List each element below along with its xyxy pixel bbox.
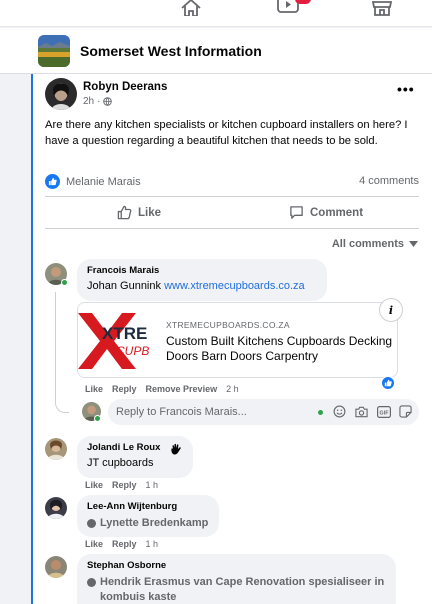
online-indicator: [61, 279, 68, 286]
comment-label: Comment: [310, 206, 364, 219]
sticker-icon[interactable]: [398, 404, 413, 419]
reply-thread-line: [55, 292, 69, 413]
comment-author[interactable]: Jolandi Le Roux: [87, 442, 183, 453]
globe-icon: [103, 97, 113, 106]
link-preview-title: Custom Built Kitchens Cupboards Decking …: [166, 334, 393, 363]
info-icon[interactable]: i: [379, 298, 403, 322]
comment-like-button[interactable]: Like: [85, 480, 103, 490]
comment-reply-button[interactable]: Reply: [112, 384, 137, 394]
divider: [45, 228, 419, 229]
comment-sort-label: All comments: [331, 238, 404, 250]
comment-bubble: Francois Marais Johan Gunnink www.xtreme…: [77, 259, 327, 301]
comment-reply-button[interactable]: Reply: [112, 480, 137, 490]
xtreme-logo-text-bottom: CUPB: [116, 344, 149, 358]
comment-link[interactable]: www.xtremecupboards.co.za: [164, 280, 305, 292]
post-time[interactable]: 2h: [83, 96, 94, 107]
comment-like-button[interactable]: Like: [85, 384, 103, 394]
link-preview-card[interactable]: XTRE CUPB XTREMECUPBOARDS.CO.ZA Custom B…: [77, 302, 398, 378]
comment-actions: Like Reply Remove Preview 2 h: [85, 384, 239, 394]
caret-down-icon: [409, 241, 418, 247]
like-reaction-icon: [45, 174, 60, 189]
link-preview-domain: XTREMECUPBOARDS.CO.ZA: [166, 320, 290, 330]
comment-time[interactable]: 1 h: [146, 539, 159, 549]
comment-count[interactable]: 4 comments: [359, 175, 419, 187]
comment-actions: Like Reply 1 h: [85, 480, 158, 490]
comment-actions: Like Reply 1 h: [85, 539, 158, 549]
comment-text: Johan Gunnink www.xtremecupboards.co.za: [87, 280, 317, 292]
group-avatar[interactable]: [38, 35, 70, 67]
status-dot: [318, 410, 323, 415]
svg-text:GIF: GIF: [379, 410, 389, 416]
comment-bubble: Lee-Ann Wijtenburg Lynette Bredenkamp: [77, 495, 219, 537]
comment-mention[interactable]: Lynette Bredenkamp: [87, 516, 209, 531]
home-icon[interactable]: [180, 0, 202, 16]
comment-author[interactable]: Francois Marais: [87, 265, 317, 276]
group-name[interactable]: Somerset West Information: [80, 43, 262, 59]
comment-reply-button[interactable]: Reply: [112, 539, 137, 549]
link-preview-thumbnail: XTRE CUPB: [78, 303, 158, 377]
mention-icon: [87, 519, 96, 528]
comment-like-button[interactable]: Like: [85, 539, 103, 549]
post-author[interactable]: Robyn Deerans: [83, 81, 167, 93]
like-reaction-icon[interactable]: [381, 376, 395, 390]
comment-time[interactable]: 2 h: [226, 384, 239, 394]
comment-time[interactable]: 1 h: [146, 480, 159, 490]
avatar[interactable]: [45, 497, 67, 519]
comment-mention[interactable]: Hendrik Erasmus van Cape Renovation spes…: [87, 575, 386, 604]
notification-badge: [295, 0, 311, 4]
xtreme-logo-text-top: XTRE: [102, 324, 147, 343]
comment-author[interactable]: Lee-Ann Wijtenburg: [87, 501, 209, 512]
mention-icon: [87, 578, 96, 587]
online-indicator: [94, 415, 101, 422]
comment-icon: [290, 206, 303, 219]
gif-icon[interactable]: GIF: [376, 404, 391, 419]
remove-preview-button[interactable]: Remove Preview: [146, 384, 218, 394]
comment-button[interactable]: Comment: [289, 205, 363, 220]
comment-text: JT cupboards: [87, 457, 154, 469]
mention-name: Lynette Bredenkamp: [100, 517, 209, 529]
divider: [45, 196, 419, 197]
group-header: Somerset West Information: [0, 28, 432, 74]
top-navigation: [0, 0, 432, 27]
reply-placeholder: Reply to Francois Marais...: [116, 406, 247, 418]
reply-toolbar: GIF: [332, 404, 413, 419]
avatar[interactable]: [45, 438, 67, 460]
post-card: Robyn Deerans 2h · ••• Are there any kit…: [33, 74, 432, 604]
marketplace-icon[interactable]: [371, 0, 393, 16]
reply-input[interactable]: Reply to Francois Marais... GIF: [108, 399, 419, 425]
reactor-name: Melanie Marais: [66, 175, 141, 188]
like-label: Like: [138, 206, 162, 219]
mention-name: Hendrik Erasmus van Cape Renovation spes…: [100, 576, 385, 603]
post-meta: 2h ·: [83, 96, 113, 107]
waving-hand-icon: [171, 443, 181, 455]
emoji-icon[interactable]: [332, 404, 347, 419]
camera-icon[interactable]: [354, 404, 369, 419]
post-text: Are there any kitchen specialists or kit…: [45, 119, 408, 147]
comment-bubble: Stephan Osborne Hendrik Erasmus van Cape…: [77, 554, 396, 604]
avatar[interactable]: [45, 556, 67, 578]
comment-sort-dropdown[interactable]: All comments: [332, 238, 418, 250]
thumbs-up-icon: [117, 205, 132, 220]
mention[interactable]: Johan Gunnink: [87, 280, 161, 292]
more-options-button[interactable]: •••: [397, 82, 415, 96]
comment-author[interactable]: Stephan Osborne: [87, 560, 386, 571]
reaction-summary[interactable]: Melanie Marais: [45, 174, 141, 189]
avatar[interactable]: [45, 78, 77, 110]
like-button[interactable]: Like: [117, 205, 161, 220]
